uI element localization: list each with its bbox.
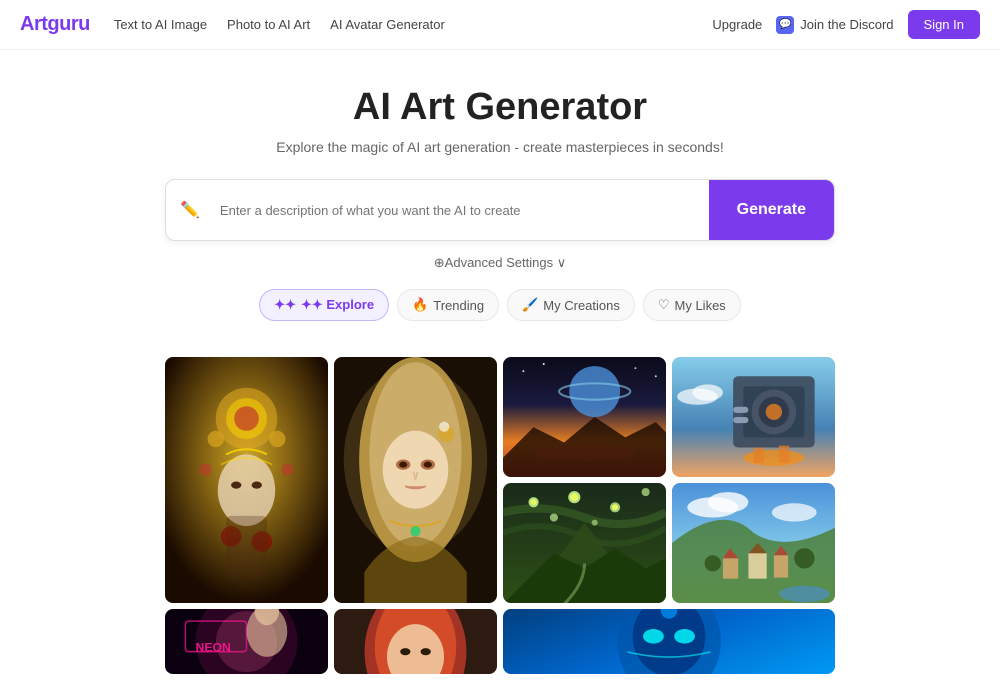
nav-text-to-ai[interactable]: Text to AI Image xyxy=(114,17,207,32)
upgrade-button[interactable]: Upgrade xyxy=(712,17,762,32)
gallery-item-space-sunset[interactable] xyxy=(503,357,666,477)
nav-ai-avatar[interactable]: AI Avatar Generator xyxy=(330,17,445,32)
discord-icon: 💬 xyxy=(776,16,794,34)
nav: Text to AI Image Photo to AI Art AI Avat… xyxy=(114,17,445,32)
my-creations-icon: 🖌️ xyxy=(522,297,538,313)
advanced-settings-label: ⊕Advanced Settings xyxy=(434,255,557,270)
my-likes-icon: ♡ xyxy=(658,297,670,313)
tab-explore-label: ✦✦ Explore xyxy=(301,297,374,313)
header-right: Upgrade 💬 Join the Discord Sign In xyxy=(712,10,980,39)
chevron-down-icon: ∨ xyxy=(557,255,567,270)
gallery-item-blonde-portrait[interactable] xyxy=(334,357,497,603)
discord-label: Join the Discord xyxy=(800,17,893,32)
gallery-item-redhead[interactable] xyxy=(334,609,497,674)
hero-subtitle: Explore the magic of AI art generation -… xyxy=(20,139,980,155)
hero-title: AI Art Generator xyxy=(20,86,980,129)
generate-button[interactable]: Generate xyxy=(709,180,834,240)
prompt-input[interactable] xyxy=(210,185,709,236)
signin-button[interactable]: Sign In xyxy=(908,10,980,39)
hero-section: AI Art Generator Explore the magic of AI… xyxy=(0,50,1000,357)
gallery-item-village[interactable] xyxy=(672,483,835,603)
gallery-item-blue-mask[interactable] xyxy=(503,609,835,674)
explore-icon: ✦✦ xyxy=(274,297,296,313)
svg-text:NEON: NEON xyxy=(196,641,231,655)
discord-button[interactable]: 💬 Join the Discord xyxy=(776,16,893,34)
gallery-item-neon-girl[interactable]: NEON xyxy=(165,609,328,674)
tab-my-likes[interactable]: ♡ My Likes xyxy=(643,289,741,321)
tab-trending[interactable]: 🔥 Trending xyxy=(397,289,499,321)
trending-icon: 🔥 xyxy=(412,297,428,313)
nav-photo-to-ai[interactable]: Photo to AI Art xyxy=(227,17,310,32)
gallery-tabs: ✦✦ ✦✦ Explore 🔥 Trending 🖌️ My Creations… xyxy=(20,289,980,321)
pencil-icon: ✏️ xyxy=(166,200,210,220)
logo[interactable]: Artguru xyxy=(20,13,90,36)
advanced-settings-toggle[interactable]: ⊕Advanced Settings ∨ xyxy=(20,255,980,271)
tab-my-creations-label: My Creations xyxy=(543,298,620,313)
gallery-item-scifi-machine[interactable] xyxy=(672,357,835,477)
tab-explore[interactable]: ✦✦ ✦✦ Explore xyxy=(259,289,389,321)
tab-my-likes-label: My Likes xyxy=(675,298,726,313)
tab-trending-label: Trending xyxy=(433,298,484,313)
prompt-input-area: ✏️ Generate xyxy=(165,179,835,241)
header: Artguru Text to AI Image Photo to AI Art… xyxy=(0,0,1000,50)
tab-my-creations[interactable]: 🖌️ My Creations xyxy=(507,289,635,321)
header-left: Artguru Text to AI Image Photo to AI Art… xyxy=(20,13,445,36)
gallery-item-ornate-face[interactable] xyxy=(165,357,328,603)
gallery-item-starry-hills[interactable] xyxy=(503,483,666,603)
